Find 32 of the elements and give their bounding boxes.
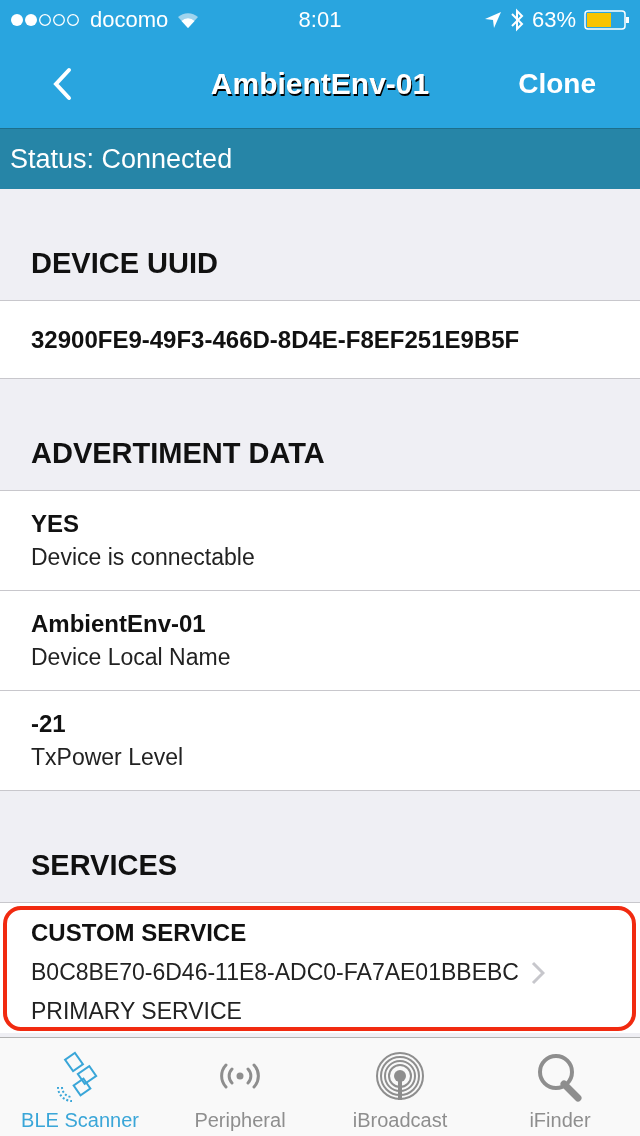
advert-label: Device is connectable [31,544,256,571]
advert-value: AmbientEnv-01 [31,610,207,638]
service-name: CUSTOM SERVICE [31,919,248,947]
tab[interactable]: iFinder [480,1038,640,1136]
advert-value: -21 [31,710,67,738]
status-time: 8:01 [298,7,342,33]
advert-value: YES [31,510,81,538]
tab[interactable]: iBroadcast [320,1038,480,1136]
battery-icon [584,10,630,30]
section-header: SERVICES [31,849,178,882]
concentric-rings-icon [374,1051,426,1103]
battery-percent: 63% [531,7,576,33]
service-uuid: B0C8BE70-6D46-11E8-ADC0-FA7AE01BBEBC [31,959,519,986]
nav-title: AmbientEnv-01 [210,67,430,101]
advert-label: TxPower Level [31,744,185,771]
section-header: DEVICE UUID [31,247,218,280]
wifi-icon [176,11,201,29]
back-chevron-icon [52,67,72,101]
signal-icon [10,13,82,27]
bluetooth-icon [509,8,524,32]
tab[interactable]: Peripheral [160,1038,320,1136]
tab[interactable]: BLE Scanner [0,1038,160,1136]
section-header: ADVERTIMENT DATA [31,437,325,470]
chevron-icon [530,960,545,985]
clone-button[interactable]: Clone [514,64,600,104]
service-type: PRIMARY SERVICE [31,998,243,1025]
carrier-name: docomo [90,7,169,33]
status-banner: Status: Connected [0,128,640,189]
location-arrow-icon [483,11,502,29]
advert-label: Device Local Name [31,644,232,671]
uuid-value: 32900FE9-49F3-466D-8D4E-F8EF251E9B5F [31,325,521,354]
service-row[interactable]: CUSTOM SERVICE B0C8BE70-6D46-11E8-ADC0-FA7AE01BBEBC PRIMARY SERVICE [0,903,640,1033]
